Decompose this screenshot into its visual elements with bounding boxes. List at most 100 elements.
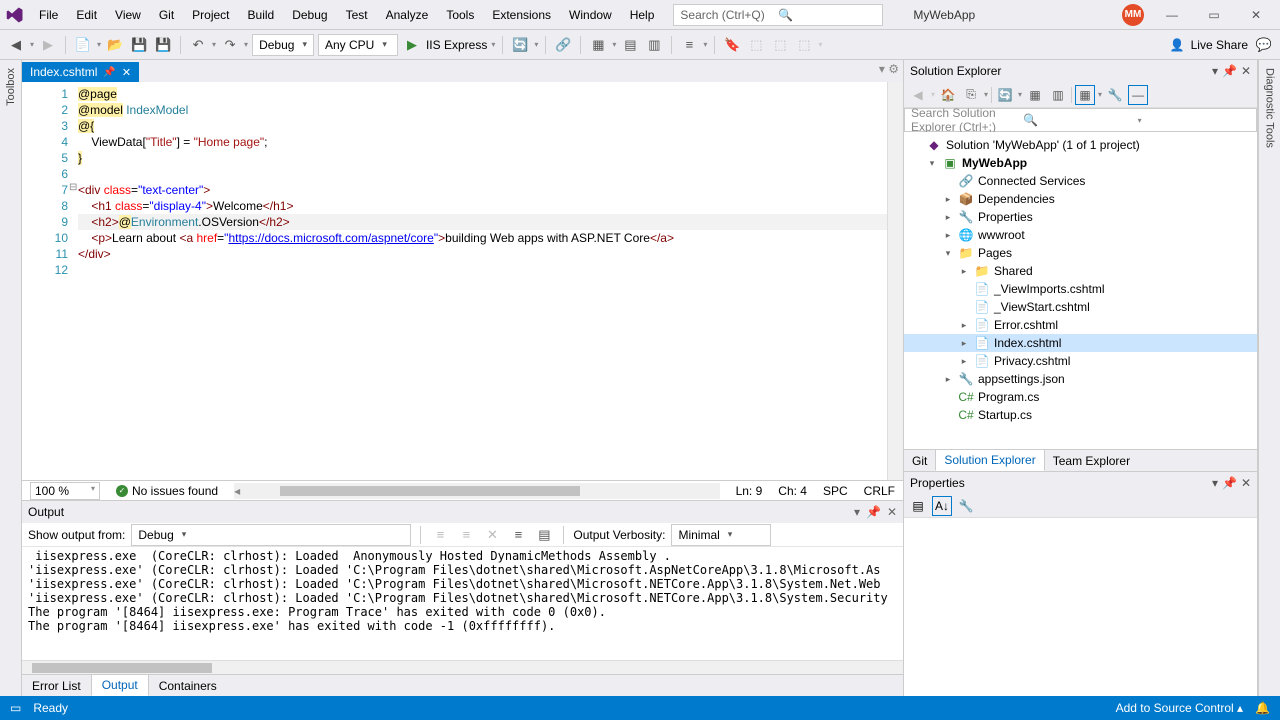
- bottom-tab-error-list[interactable]: Error List: [22, 676, 91, 696]
- tool-icon-3[interactable]: ▥: [644, 35, 664, 55]
- run-icon[interactable]: ▶: [402, 35, 422, 55]
- tree-node[interactable]: ▸📁Shared: [904, 262, 1257, 280]
- tree-node[interactable]: 📄_ViewImports.cshtml: [904, 280, 1257, 298]
- solution-tab-team-explorer[interactable]: Team Explorer: [1045, 451, 1138, 471]
- menu-edit[interactable]: Edit: [67, 8, 106, 22]
- output-dropdown-icon[interactable]: ▾: [854, 505, 860, 519]
- pin-icon[interactable]: 📌: [103, 67, 115, 78]
- tool-icon-2[interactable]: ▤: [620, 35, 640, 55]
- platform-select[interactable]: Any CPU: [318, 34, 398, 56]
- se-show-all-icon[interactable]: ▦: [1075, 85, 1095, 105]
- output-pin-icon[interactable]: 📌: [866, 505, 881, 519]
- project-node[interactable]: ▾▣MyWebApp: [904, 154, 1257, 172]
- output-tool-1[interactable]: ≡: [430, 525, 450, 545]
- se-pin-icon[interactable]: 📌: [1222, 64, 1237, 78]
- undo-icon[interactable]: ↶: [188, 35, 208, 55]
- menu-debug[interactable]: Debug: [283, 8, 336, 22]
- output-tool-2[interactable]: ≡: [456, 525, 476, 545]
- tool-icon-7[interactable]: ⬚: [794, 35, 814, 55]
- tree-node[interactable]: ▸📦Dependencies: [904, 190, 1257, 208]
- fold-icon[interactable]: ⊟: [69, 182, 77, 193]
- toolbox-tab[interactable]: Toolbox: [5, 60, 17, 114]
- maximize-button[interactable]: ▭: [1200, 8, 1228, 22]
- code-line[interactable]: <h1 class="display-4">Welcome</h1>: [78, 198, 887, 214]
- menu-file[interactable]: File: [30, 8, 67, 22]
- se-tool-1[interactable]: ⎘: [961, 85, 981, 105]
- solution-node[interactable]: ◆Solution 'MyWebApp' (1 of 1 project): [904, 136, 1257, 154]
- props-dropdown-icon[interactable]: ▾: [1212, 476, 1218, 490]
- se-sync-icon[interactable]: 🔄: [995, 85, 1015, 105]
- menu-analyze[interactable]: Analyze: [377, 8, 438, 22]
- notifications-icon[interactable]: 🔔: [1255, 701, 1270, 715]
- se-tool-3[interactable]: ▥: [1048, 85, 1068, 105]
- browser-link-icon[interactable]: 🔗: [553, 35, 573, 55]
- code-line[interactable]: [78, 166, 887, 182]
- tree-node[interactable]: ▸📄Privacy.cshtml: [904, 352, 1257, 370]
- props-tool-icon[interactable]: 🔧: [956, 496, 976, 516]
- config-select[interactable]: Debug: [252, 34, 314, 56]
- bottom-tab-output[interactable]: Output: [91, 674, 149, 696]
- tree-node[interactable]: C#Startup.cs: [904, 406, 1257, 424]
- tool-icon-4[interactable]: ≡: [679, 35, 699, 55]
- tree-node[interactable]: C#Program.cs: [904, 388, 1257, 406]
- user-avatar[interactable]: MM: [1122, 4, 1144, 26]
- tree-node[interactable]: 🔗Connected Services: [904, 172, 1257, 190]
- code-editor[interactable]: 123456789101112 ⊟@page@model IndexModel@…: [22, 82, 903, 480]
- code-line[interactable]: <div class="text-center">: [78, 182, 887, 198]
- code-line[interactable]: <p>Learn about <a href="https://docs.mic…: [78, 230, 887, 246]
- save-all-icon[interactable]: 💾: [153, 35, 173, 55]
- solution-search[interactable]: Search Solution Explorer (Ctrl+;) 🔍▾: [904, 108, 1257, 132]
- tree-node[interactable]: ▾📁Pages: [904, 244, 1257, 262]
- output-verbosity-select[interactable]: Minimal: [671, 524, 771, 546]
- output-text[interactable]: iisexpress.exe (CoreCLR: clrhost): Loade…: [22, 547, 903, 660]
- issues-indicator[interactable]: ✓No issues found: [116, 484, 218, 498]
- tool-icon-5[interactable]: ⬚: [746, 35, 766, 55]
- liveshare-label[interactable]: Live Share: [1191, 38, 1248, 52]
- redo-icon[interactable]: ↷: [220, 35, 240, 55]
- se-properties-icon[interactable]: 🔧: [1105, 85, 1125, 105]
- code-line[interactable]: @{: [78, 118, 887, 134]
- open-icon[interactable]: 📂: [105, 35, 125, 55]
- editor-hscrollbar[interactable]: ◂: [234, 483, 720, 499]
- solution-tab-git[interactable]: Git: [904, 451, 935, 471]
- diagnostic-tools-tab[interactable]: Diagnostic Tools: [1264, 60, 1276, 156]
- minimize-button[interactable]: —: [1158, 8, 1186, 22]
- output-tool-4[interactable]: ≡: [508, 525, 528, 545]
- se-preview-icon[interactable]: —: [1128, 85, 1148, 105]
- close-button[interactable]: ✕: [1242, 8, 1270, 22]
- output-tool-5[interactable]: ▤: [534, 525, 554, 545]
- se-back-icon[interactable]: ◀: [908, 85, 928, 105]
- code-line[interactable]: <h2>@Environment.OSVersion</h2>: [78, 214, 887, 230]
- new-project-icon[interactable]: 📄: [73, 35, 93, 55]
- props-pin-icon[interactable]: 📌: [1222, 476, 1237, 490]
- se-home-icon[interactable]: 🏠: [938, 85, 958, 105]
- se-close-icon[interactable]: ✕: [1241, 64, 1251, 78]
- file-tab[interactable]: Index.cshtml 📌 ✕: [22, 62, 139, 82]
- tree-node[interactable]: 📄_ViewStart.cshtml: [904, 298, 1257, 316]
- editor-vscrollbar[interactable]: [887, 82, 903, 480]
- menu-test[interactable]: Test: [337, 8, 377, 22]
- bottom-tab-containers[interactable]: Containers: [149, 676, 227, 696]
- code-line[interactable]: ViewData["Title"] = "Home page";: [78, 134, 887, 150]
- feedback-icon[interactable]: 💬: [1254, 35, 1274, 55]
- menu-help[interactable]: Help: [621, 8, 664, 22]
- tool-icon-6[interactable]: ⬚: [770, 35, 790, 55]
- save-icon[interactable]: 💾: [129, 35, 149, 55]
- tree-node[interactable]: ▸🔧appsettings.json: [904, 370, 1257, 388]
- run-target[interactable]: IIS Express: [426, 38, 487, 52]
- output-tool-3[interactable]: ✕: [482, 525, 502, 545]
- nav-forward-icon[interactable]: ▶: [38, 35, 58, 55]
- se-tool-2[interactable]: ▦: [1025, 85, 1045, 105]
- se-dropdown-icon[interactable]: ▾: [1212, 64, 1218, 78]
- menu-project[interactable]: Project: [183, 8, 238, 22]
- menu-git[interactable]: Git: [150, 8, 183, 22]
- nav-back-icon[interactable]: ◀: [6, 35, 26, 55]
- code-line[interactable]: [78, 262, 887, 278]
- code-line[interactable]: @model IndexModel: [78, 102, 887, 118]
- tree-node[interactable]: ▸📄Index.cshtml: [904, 334, 1257, 352]
- menu-build[interactable]: Build: [239, 8, 284, 22]
- code-line[interactable]: }: [78, 150, 887, 166]
- output-close-icon[interactable]: ✕: [887, 505, 897, 519]
- tree-node[interactable]: ▸🔧Properties: [904, 208, 1257, 226]
- refresh-icon[interactable]: 🔄: [510, 35, 530, 55]
